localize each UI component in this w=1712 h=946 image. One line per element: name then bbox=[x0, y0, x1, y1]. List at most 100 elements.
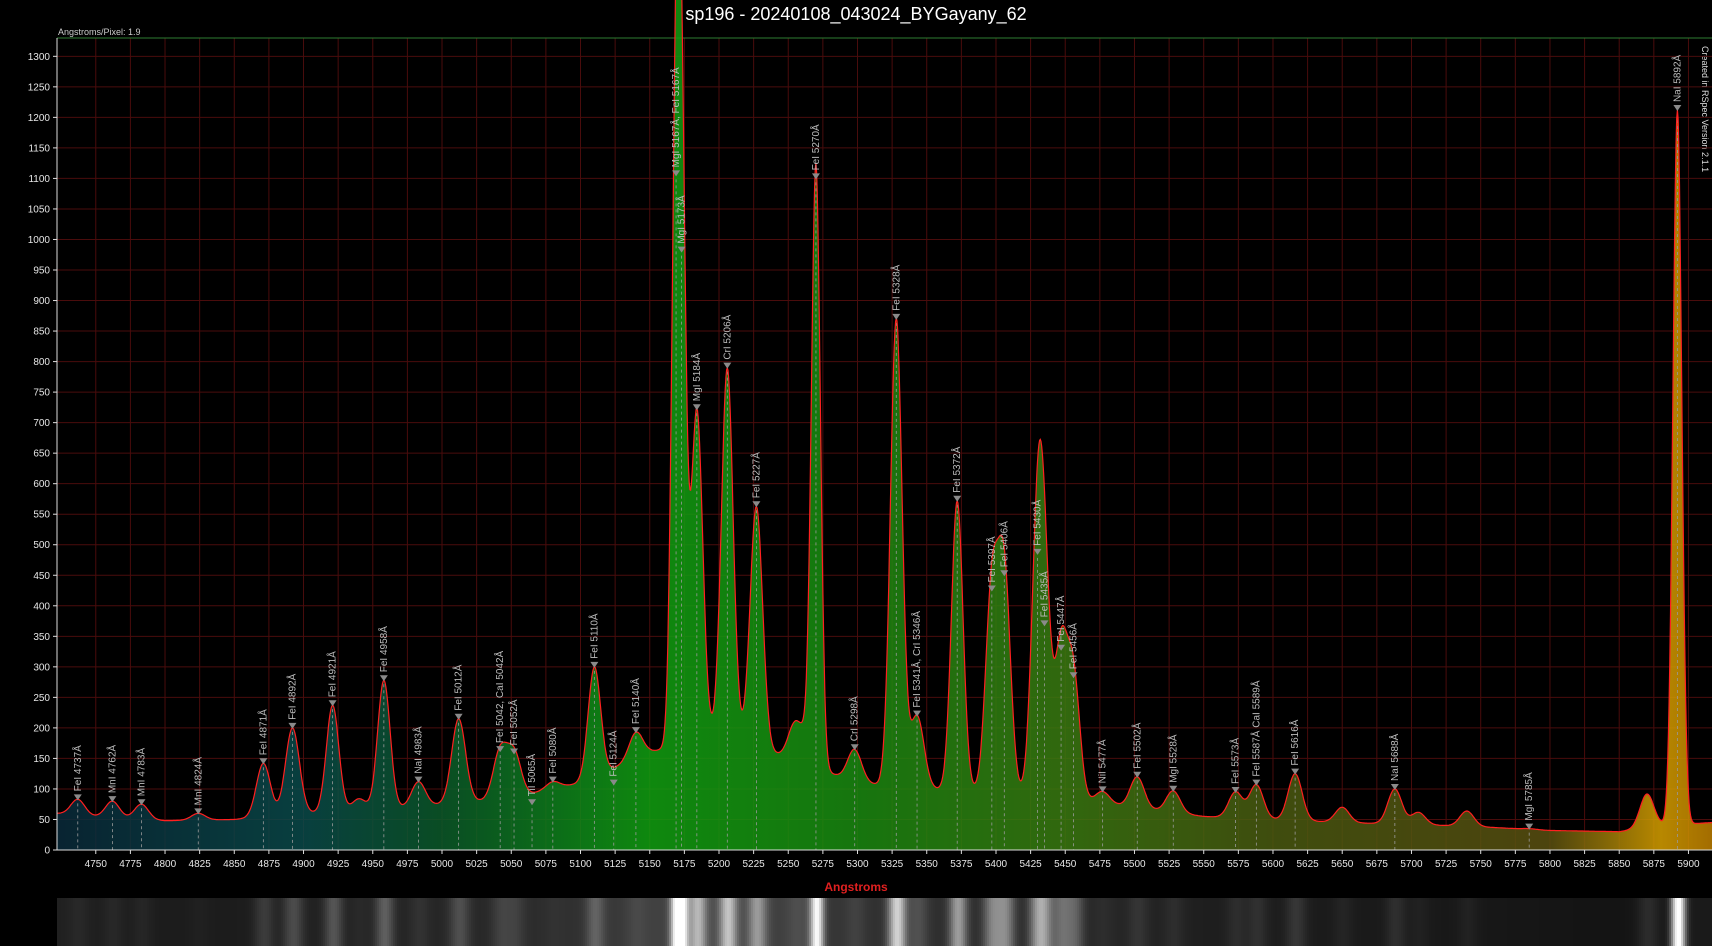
strip-slice bbox=[1473, 898, 1475, 946]
strip-slice bbox=[155, 898, 157, 946]
strip-slice bbox=[151, 898, 153, 946]
strip-slice bbox=[1127, 898, 1129, 946]
strip-slice bbox=[947, 898, 949, 946]
strip-slice bbox=[389, 898, 391, 946]
strip-slice bbox=[513, 898, 515, 946]
y-tick-label: 200 bbox=[33, 723, 50, 734]
strip-slice bbox=[925, 898, 927, 946]
strip-slice bbox=[537, 898, 539, 946]
strip-slice bbox=[1079, 898, 1081, 946]
strip-slice bbox=[1665, 898, 1667, 946]
strip-slice bbox=[1043, 898, 1045, 946]
strip-slice bbox=[203, 898, 205, 946]
strip-slice bbox=[1577, 898, 1579, 946]
strip-slice bbox=[193, 898, 195, 946]
strip-slice bbox=[1651, 898, 1653, 946]
axes: 0 50 100 150 200 250 300 350 400 450 500 550 600 650 7… bbox=[28, 38, 1712, 870]
strip-slice bbox=[77, 898, 79, 946]
strip-slice bbox=[1255, 898, 1257, 946]
strip-slice bbox=[435, 898, 437, 946]
strip-slice bbox=[399, 898, 401, 946]
strip-slice bbox=[1335, 898, 1337, 946]
strip-slice bbox=[109, 898, 111, 946]
x-tick-label: 4825 bbox=[189, 859, 212, 870]
strip-slice bbox=[1385, 898, 1387, 946]
strip-slice bbox=[271, 898, 273, 946]
strip-slice bbox=[883, 898, 885, 946]
peak-marker bbox=[692, 404, 701, 411]
strip-slice bbox=[495, 898, 497, 946]
strip-slice bbox=[279, 898, 281, 946]
strip-slice bbox=[987, 898, 989, 946]
strip-slice bbox=[1695, 898, 1697, 946]
strip-slice bbox=[1307, 898, 1309, 946]
strip-slice bbox=[1503, 898, 1505, 946]
x-tick-label: 5175 bbox=[673, 859, 696, 870]
strip-slice bbox=[1615, 898, 1617, 946]
strip-slice bbox=[1071, 898, 1073, 946]
y-tick-label: 0 bbox=[44, 846, 50, 857]
spectrum-line bbox=[57, 0, 1712, 833]
strip-slice bbox=[1085, 898, 1087, 946]
strip-slice bbox=[187, 898, 189, 946]
strip-slice bbox=[117, 898, 119, 946]
strip-slice bbox=[741, 898, 743, 946]
strip-slice bbox=[617, 898, 619, 946]
strip-slice bbox=[111, 898, 113, 946]
strip-slice bbox=[413, 898, 415, 946]
strip-slice bbox=[589, 898, 591, 946]
strip-slice bbox=[819, 898, 821, 946]
strip-slice bbox=[933, 898, 935, 946]
strip-slice bbox=[625, 898, 627, 946]
strip-slice bbox=[1429, 898, 1431, 946]
strip-slice bbox=[559, 898, 561, 946]
strip-slice bbox=[1625, 898, 1627, 946]
strip-slice bbox=[79, 898, 81, 946]
strip-slice bbox=[381, 898, 383, 946]
y-tick-label: 300 bbox=[33, 662, 50, 673]
strip-slice bbox=[1415, 898, 1417, 946]
strip-slice bbox=[1563, 898, 1565, 946]
strip-slice bbox=[93, 898, 95, 946]
strip-slice bbox=[1243, 898, 1245, 946]
strip-slice bbox=[895, 898, 897, 946]
strip-slice bbox=[323, 898, 325, 946]
strip-slice bbox=[461, 898, 463, 946]
strip-slice bbox=[333, 898, 335, 946]
strip-slice bbox=[1645, 898, 1647, 946]
peak-label: MnI 4762Å bbox=[105, 744, 118, 793]
strip-slice bbox=[919, 898, 921, 946]
strip-slice bbox=[493, 898, 495, 946]
strip-slice bbox=[1027, 898, 1029, 946]
strip-slice bbox=[475, 898, 477, 946]
strip-slice bbox=[443, 898, 445, 946]
strip-slice bbox=[1689, 898, 1691, 946]
strip-slice bbox=[555, 898, 557, 946]
strip-slice bbox=[799, 898, 801, 946]
strip-slice bbox=[1707, 898, 1709, 946]
strip-slice bbox=[97, 898, 99, 946]
strip-slice bbox=[1145, 898, 1147, 946]
strip-slice bbox=[645, 898, 647, 946]
strip-slice bbox=[967, 898, 969, 946]
peak-label: FeI 5430Å bbox=[1031, 499, 1044, 545]
strip-slice bbox=[1257, 898, 1259, 946]
strip-slice bbox=[1031, 898, 1033, 946]
strip-slice bbox=[931, 898, 933, 946]
strip-slice bbox=[463, 898, 465, 946]
y-tick-label: 550 bbox=[33, 510, 50, 521]
strip-slice bbox=[1261, 898, 1263, 946]
strip-slice bbox=[89, 898, 91, 946]
strip-slice bbox=[875, 898, 877, 946]
strip-slice bbox=[715, 898, 717, 946]
strip-slice bbox=[249, 898, 251, 946]
strip-slice bbox=[1051, 898, 1053, 946]
strip-slice bbox=[897, 898, 899, 946]
strip-slice bbox=[1363, 898, 1365, 946]
x-tick-label: 4950 bbox=[362, 859, 385, 870]
strip-slice bbox=[1401, 898, 1403, 946]
strip-slice bbox=[1185, 898, 1187, 946]
strip-slice bbox=[575, 898, 577, 946]
strip-slice bbox=[1095, 898, 1097, 946]
x-tick-label: 5450 bbox=[1054, 859, 1077, 870]
